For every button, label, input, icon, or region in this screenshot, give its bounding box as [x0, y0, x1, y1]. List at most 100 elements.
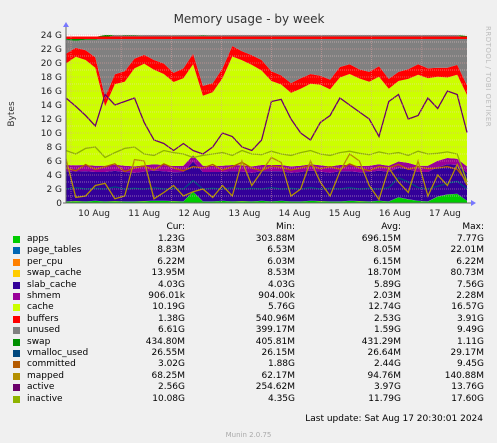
legend-max-value: 2.28M [456, 291, 484, 301]
legend-series-name: buffers [27, 313, 59, 324]
x-tick-label: 10 Aug [78, 209, 110, 219]
legend-max-value: 7.56G [456, 279, 484, 290]
y-axis-label: Bytes [7, 101, 17, 127]
legend-cur-value: 10.08G [152, 393, 185, 404]
legend-avg-value: 6.15M [373, 256, 401, 267]
legend-avg-value: 2.44G [373, 359, 401, 370]
legend-cur-value: 3.02G [157, 359, 185, 370]
legend-swatch [13, 304, 20, 312]
legend-header-cur: Cur: [166, 222, 185, 232]
legend-row-vmalloc-used: vmalloc_used 26.55M 26.15M 26.64M 29.17M [0, 348, 497, 359]
y-tick-label: 18 G [41, 73, 62, 83]
legend-swatch [13, 361, 20, 369]
legend-series-name: cache [27, 302, 54, 313]
y-tick-label: 10 G [41, 129, 62, 139]
y-tick-label: 22 G [41, 45, 62, 55]
legend-max-value: 3.91G [456, 313, 484, 324]
legend-swatch [13, 281, 20, 289]
y-tick-label: 8 G [46, 143, 62, 153]
legend-swatch [13, 395, 20, 403]
legend-row-active: active 2.56G 254.62M 3.97G 13.76G [0, 382, 497, 393]
legend-cur-value: 13.95M [151, 268, 185, 279]
legend-series-name: swap [27, 336, 51, 347]
legend-min-value: 26.15M [261, 348, 295, 358]
legend-max-value: 9.49G [456, 325, 484, 336]
legend-row-slab-cache: slab_cache 4.03G 4.03G 5.89G 7.56G [0, 280, 497, 291]
legend-series-name: page_tables [27, 245, 82, 256]
legend-avg-value: 26.64M [367, 348, 401, 358]
y-tick-label: 14 G [41, 101, 62, 111]
x-tick-label: 12 Aug [178, 209, 210, 219]
legend-cur-value: 10.19G [152, 302, 185, 313]
legend-series-name: mapped [27, 370, 64, 381]
legend-cur-value: 1.38G [157, 313, 185, 324]
legend-avg-value: 18.70M [367, 268, 401, 279]
legend-cur-value: 434.80M [145, 336, 185, 347]
legend-row-per-cpu: per_cpu 6.22M 6.03M 6.15M 6.22M [0, 257, 497, 268]
legend-cur-value: 26.55M [151, 348, 185, 358]
legend-max-value: 9.45G [456, 359, 484, 370]
legend-max-value: 140.88M [444, 370, 484, 381]
legend-min-value: 5.76G [267, 302, 295, 313]
legend-row-inactive: inactive 10.08G 4.35G 11.79G 17.60G [0, 394, 497, 405]
x-tick-label: 13 Aug [228, 209, 260, 219]
legend-cur-value: 906.01k [148, 291, 185, 301]
legend-series-name: vmalloc_used [27, 348, 89, 358]
x-tick-label: 16 Aug [379, 209, 411, 219]
y-tick-label: 20 G [41, 59, 62, 69]
legend-min-value: 4.35G [267, 393, 295, 404]
legend-header-max: Max: [462, 222, 484, 232]
y-tick-label: 2 G [46, 185, 62, 195]
x-tick-label: 11 Aug [128, 209, 160, 219]
legend-series-name: active [27, 382, 55, 393]
legend-swatch [13, 236, 20, 243]
legend-row-page-tables: page_tables 8.83M 6.53M 8.05M 22.01M [0, 245, 497, 256]
legend-min-value: 405.81M [255, 336, 295, 347]
legend-cur-value: 4.03G [157, 279, 185, 290]
legend-avg-value: 8.05M [373, 245, 401, 256]
legend-max-value: 17.60G [451, 393, 484, 404]
legend-series-name: shmem [27, 291, 61, 301]
y-tick-label: 16 G [41, 87, 62, 97]
x-tick-label: 15 Aug [329, 209, 361, 219]
legend-max-value: 13.76G [451, 382, 484, 393]
legend-min-value: 62.17M [261, 370, 295, 381]
legend-min-value: 6.53M [267, 245, 295, 256]
legend-header-avg: Avg: [381, 222, 401, 232]
legend-avg-value: 3.97G [373, 382, 401, 393]
legend-min-value: 254.62M [255, 382, 295, 393]
legend-row-committed: committed 3.02G 1.88G 2.44G 9.45G [0, 359, 497, 370]
x-tick-label: 17 Aug [429, 209, 461, 219]
legend-avg-value: 5.89G [373, 279, 401, 290]
legend-min-value: 8.53M [267, 268, 295, 279]
legend-header-min: Min: [275, 222, 295, 232]
legend-cur-value: 1.23G [157, 234, 185, 244]
legend-swatch [13, 315, 20, 323]
legend-max-value: 22.01M [450, 245, 484, 256]
legend-swatch [13, 258, 20, 266]
legend-avg-value: 94.76M [367, 370, 401, 381]
legend-cur-value: 6.22M [157, 256, 185, 267]
legend-avg-value: 1.59G [373, 325, 401, 336]
last-update: Last update: Sat Aug 17 20:30:01 2024 [305, 414, 483, 424]
legend-max-value: 7.77G [456, 234, 484, 244]
legend-avg-value: 431.29M [361, 336, 401, 347]
y-tick-label: 6 G [46, 157, 62, 167]
legend-max-value: 1.11G [456, 336, 484, 347]
legend-swatch [13, 270, 20, 278]
rrdtool-side-label: RRDTOOL / TOBI OETIKER [484, 26, 492, 127]
legend-cur-value: 8.83M [157, 245, 185, 256]
legend-row-cache: cache 10.19G 5.76G 12.74G 16.57G [0, 302, 497, 313]
legend-swatch [13, 372, 20, 380]
legend-swatch [13, 293, 20, 300]
legend-min-value: 1.88G [267, 359, 295, 370]
legend-min-value: 904.00k [258, 291, 295, 301]
munin-version: Munin 2.0.75 [225, 431, 272, 439]
legend-row-shmem: shmem 906.01k 904.00k 2.03M 2.28M [0, 291, 497, 302]
legend-series-name: unused [27, 325, 61, 336]
legend-min-value: 399.17M [255, 325, 295, 336]
legend-min-value: 540.96M [255, 313, 295, 324]
legend-cur-value: 68.25M [151, 370, 185, 381]
y-tick-label: 24 G [41, 31, 62, 41]
legend-row-unused: unused 6.61G 399.17M 1.59G 9.49G [0, 325, 497, 336]
